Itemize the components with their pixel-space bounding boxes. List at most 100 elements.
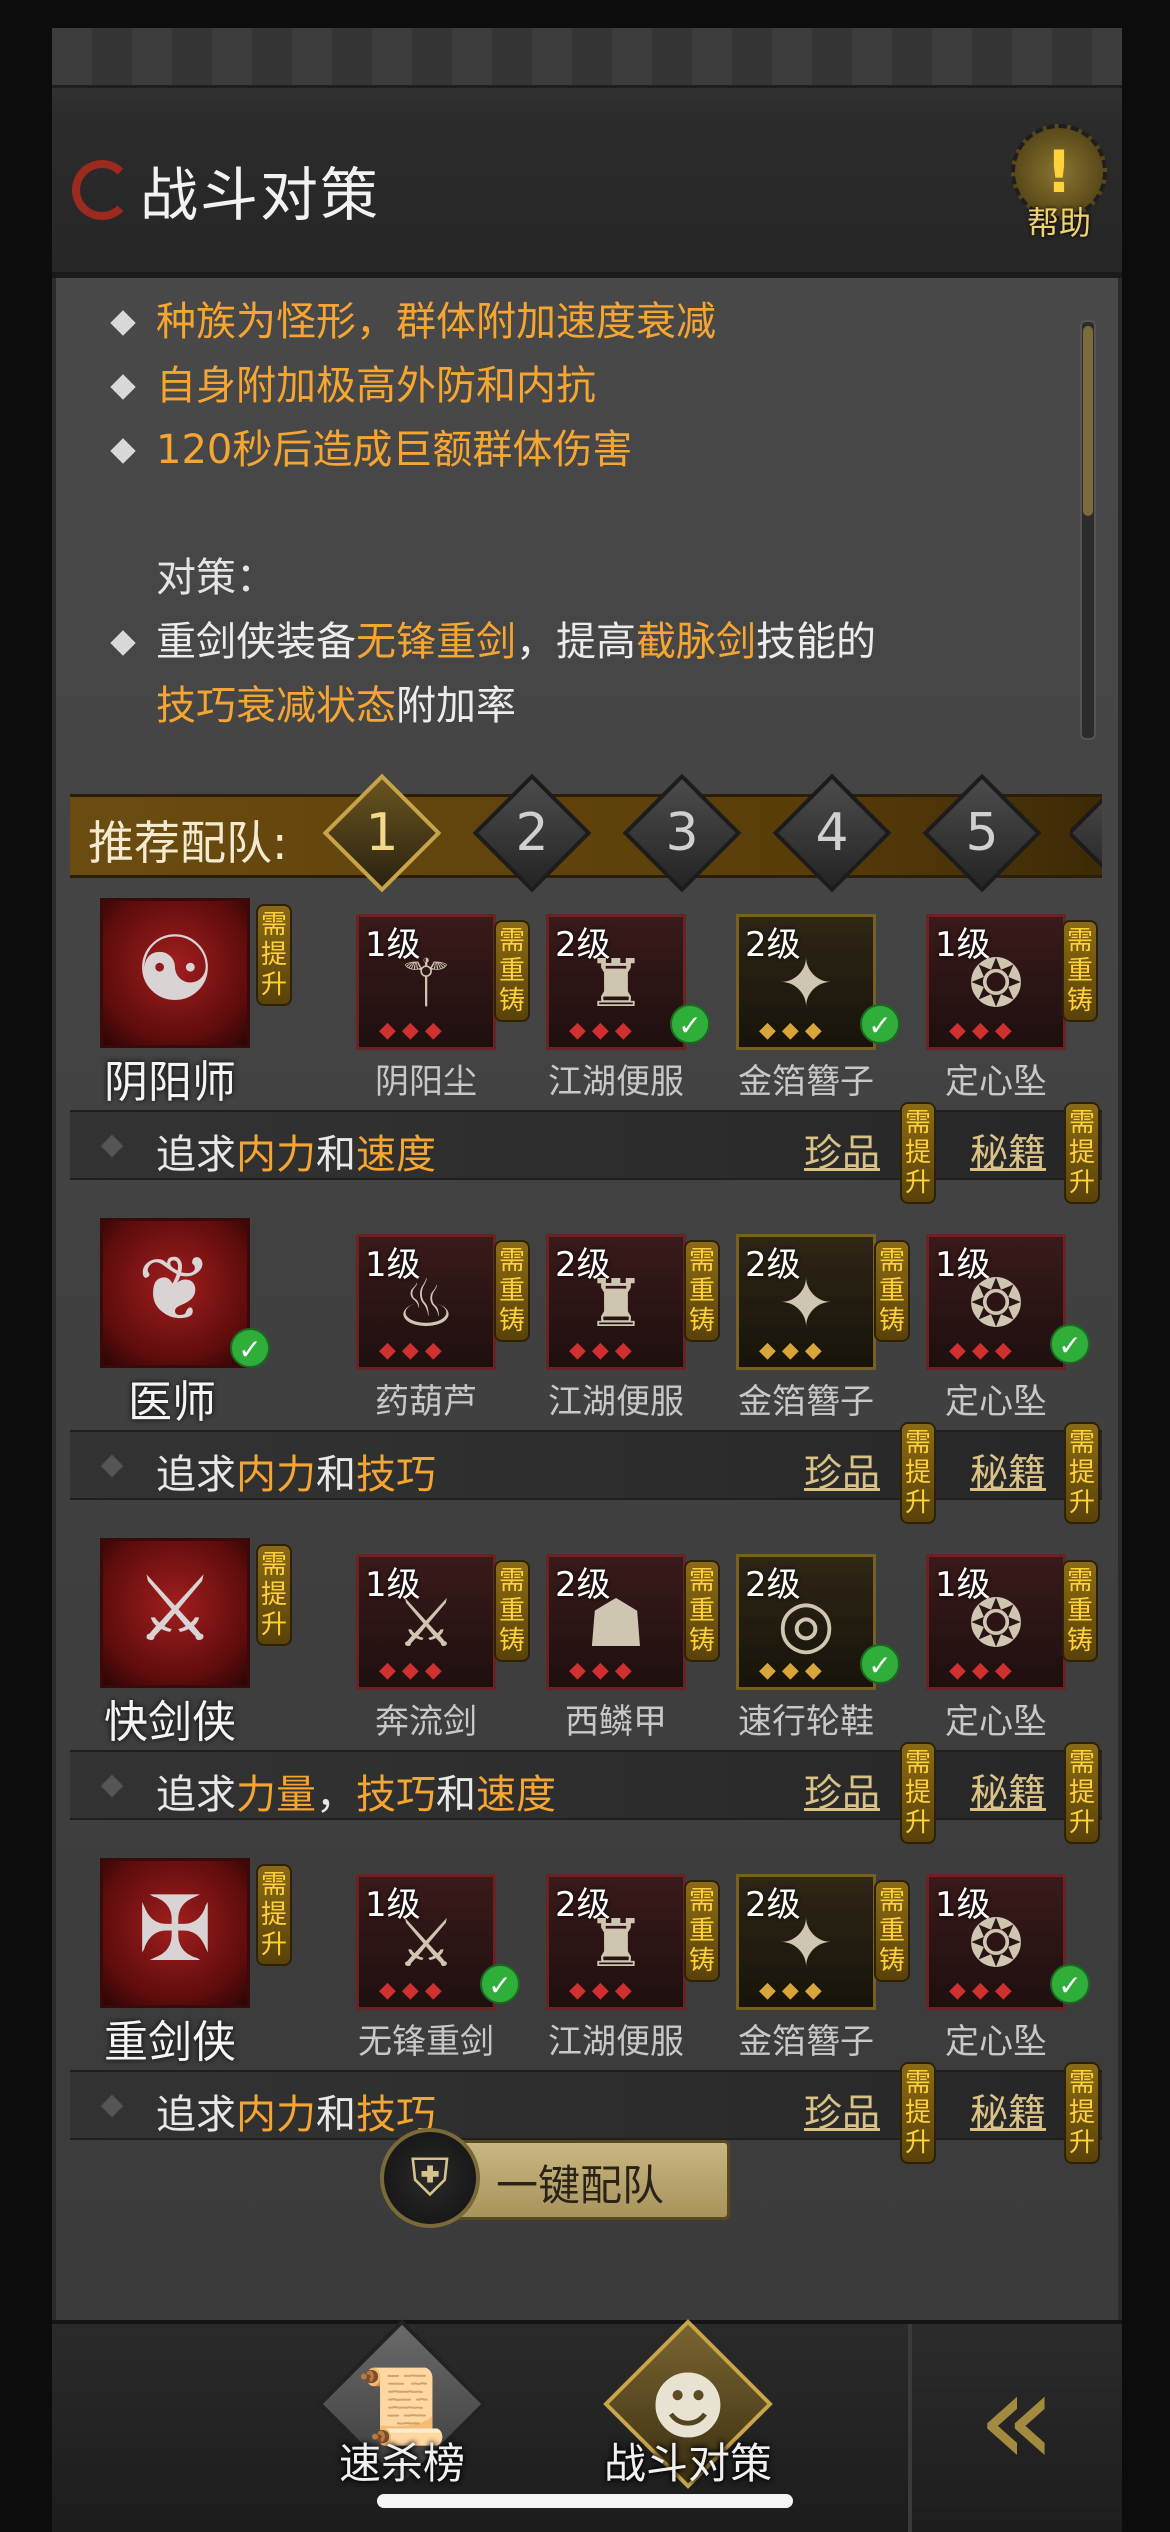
diamond-bullet-icon xyxy=(110,630,136,656)
item-slot[interactable]: 1级 ❂ ◆◆◆ xyxy=(926,914,1066,1050)
item-name: 定心坠 xyxy=(945,1382,1047,1422)
whisk-icon: ⚚ xyxy=(396,945,456,1022)
diamond-bullet-icon xyxy=(110,438,136,464)
team-tab-2[interactable]: 2 xyxy=(472,773,592,893)
one-key-team-label: 一键配队 xyxy=(496,2161,665,2210)
need-upgrade-tag: 需提升 xyxy=(1064,1422,1100,1524)
diamond-bullet-icon xyxy=(110,310,136,336)
nav-kill-rank[interactable]: 📜 速杀榜 xyxy=(292,2319,512,2514)
page-title: 战斗对策 xyxy=(140,161,381,229)
need-upgrade-tag: 需提升 xyxy=(256,1864,292,1966)
treasure-link[interactable]: 珍品 xyxy=(804,1122,880,1177)
need-reforge-tag: 需重铸 xyxy=(874,1240,910,1342)
team-tab-5[interactable]: 5 xyxy=(922,773,1042,893)
robe-icon: ♜ xyxy=(586,1905,646,1982)
team-tab-1[interactable]: 1 xyxy=(322,773,442,893)
manual-link[interactable]: 秘籍 xyxy=(970,2082,1046,2137)
strategy-text: 重剑侠装备无锋重剑，提高截脉剑技能的 技巧衰减状态附加率 xyxy=(156,619,876,729)
need-reforge-tag: 需重铸 xyxy=(874,1880,910,1982)
collapse-arrows-icon[interactable]: « xyxy=(908,2324,1122,2532)
check-icon: ✓ xyxy=(1050,1964,1090,2004)
scrollbar-thumb[interactable] xyxy=(1083,326,1093,516)
header-decor-band xyxy=(52,28,1122,88)
need-upgrade-tag: 需提升 xyxy=(1064,2062,1100,2164)
nav-battle-strategy-label: 战斗对策 xyxy=(603,2439,772,2488)
item-slot[interactable]: 2级 ♜ ◆◆◆ xyxy=(546,914,686,1050)
one-key-team-button[interactable]: ⛨ 一键配队 xyxy=(380,2128,740,2228)
recommended-team-bar: 推荐配队: 1 2 3 4 5 xyxy=(70,773,1102,893)
item-slot[interactable]: 1级 ⚔ ◆◆◆ xyxy=(356,1874,496,2010)
item-slot[interactable]: 1级 ❂ ◆◆◆ xyxy=(926,1234,1066,1370)
check-icon: ✓ xyxy=(860,1644,900,1684)
need-upgrade-tag: 需提升 xyxy=(256,904,292,1006)
item-name: 药葫芦 xyxy=(375,1382,477,1422)
item-slot[interactable]: 2级 ✦ ◆◆◆ xyxy=(736,1234,876,1370)
manual-link[interactable]: 秘籍 xyxy=(970,1122,1046,1177)
need-reforge-tag: 需重铸 xyxy=(1062,1560,1098,1662)
team-tab-more[interactable] xyxy=(1070,797,1102,893)
pendant-icon: ❂ xyxy=(968,945,1024,1022)
boss-description[interactable]: 种族为怪形，群体附加速度衰减 自身附加极高外防和内抗 120秒后造成巨额群体伤害… xyxy=(100,290,1080,738)
class-icon-swift-sword[interactable]: ⚔ xyxy=(100,1538,250,1688)
item-slot[interactable]: 2级 ✦ ◆◆◆ xyxy=(736,1874,876,2010)
item-slot[interactable]: 2级 ✦ ◆◆◆ xyxy=(736,914,876,1050)
armor-icon: ☗ xyxy=(586,1585,646,1662)
nav-battle-strategy[interactable]: ☻ 战斗对策 xyxy=(578,2319,798,2514)
item-slot[interactable]: 1级 ⚔ ◆◆◆ xyxy=(356,1554,496,1690)
need-reforge-tag: 需重铸 xyxy=(684,1880,720,1982)
need-reforge-tag: 需重铸 xyxy=(494,1560,530,1662)
strategy-label: 对策： xyxy=(156,555,276,601)
member-row: ☯ 需提升 阴阳师 1级 ⚚ ◆◆◆ 需重铸 阴阳尘 2级 ♜ ◆◆◆ ✓ 江湖便服 2… xyxy=(70,896,1102,1216)
swirl-icon xyxy=(72,160,132,220)
home-indicator[interactable] xyxy=(377,2494,793,2508)
item-slot[interactable]: 2级 ☗ ◆◆◆ xyxy=(546,1554,686,1690)
item-slot[interactable]: 2级 ◎ ◆◆◆ xyxy=(736,1554,876,1690)
sword-icon: ⚔ xyxy=(396,1585,456,1662)
diamond-bullet-icon xyxy=(100,1134,124,1158)
hairpin-icon: ✦ xyxy=(778,945,834,1022)
hairpin-icon: ✦ xyxy=(778,1905,834,1982)
item-slot[interactable]: 2级 ♜ ◆◆◆ xyxy=(546,1234,686,1370)
robe-icon: ♜ xyxy=(586,945,646,1022)
team-tab-4[interactable]: 4 xyxy=(772,773,892,893)
item-name: 江湖便服 xyxy=(548,2022,684,2062)
pursuit-text: 追求内力和技巧 xyxy=(156,1452,436,1498)
item-slot[interactable]: 2级 ♜ ◆◆◆ xyxy=(546,1874,686,2010)
item-slot[interactable]: 1级 ♨ ◆◆◆ xyxy=(356,1234,496,1370)
pursuit-bar: 追求内力和技巧 珍品 需提升 秘籍 需提升 xyxy=(70,1422,1102,1524)
class-icon-heavy-sword[interactable]: ✠ xyxy=(100,1858,250,2008)
team-tab-3[interactable]: 3 xyxy=(622,773,742,893)
class-icon-yinyang[interactable]: ☯ xyxy=(100,898,250,1048)
need-upgrade-tag: 需提升 xyxy=(256,1544,292,1646)
need-upgrade-tag: 需提升 xyxy=(900,1102,936,1204)
class-icon-physician[interactable]: ❦ xyxy=(100,1218,250,1368)
feature-item: 120秒后造成巨额群体伤害 xyxy=(100,418,1080,482)
diamond-bullet-icon xyxy=(110,374,136,400)
pendant-icon: ❂ xyxy=(968,1265,1024,1342)
pursuit-text: 追求力量，技巧和速度 xyxy=(156,1772,556,1818)
header: 战斗对策 ! 帮助 xyxy=(52,28,1122,278)
item-name: 金箔簪子 xyxy=(738,1382,874,1422)
help-button[interactable]: ! 帮助 xyxy=(1004,124,1114,264)
check-icon: ✓ xyxy=(1050,1324,1090,1364)
diamond-bullet-icon xyxy=(100,1774,124,1798)
treasure-link[interactable]: 珍品 xyxy=(804,1762,880,1817)
check-icon: ✓ xyxy=(480,1964,520,2004)
class-name: 医师 xyxy=(128,1377,216,1428)
treasure-link[interactable]: 珍品 xyxy=(804,2082,880,2137)
item-slot[interactable]: 1级 ⚚ ◆◆◆ xyxy=(356,914,496,1050)
feature-text: 自身附加极高外防和内抗 xyxy=(156,363,596,409)
treasure-link[interactable]: 珍品 xyxy=(804,1442,880,1497)
item-slot[interactable]: 1级 ❂ ◆◆◆ xyxy=(926,1874,1066,2010)
need-reforge-tag: 需重铸 xyxy=(684,1240,720,1342)
pursuit-bar: 追求力量，技巧和速度 珍品 需提升 秘籍 需提升 xyxy=(70,1742,1102,1844)
manual-link[interactable]: 秘籍 xyxy=(970,1762,1046,1817)
item-name: 奔流剑 xyxy=(375,1702,477,1742)
gourd-icon: ♨ xyxy=(396,1265,456,1342)
item-slot[interactable]: 1级 ❂ ◆◆◆ xyxy=(926,1554,1066,1690)
need-reforge-tag: 需重铸 xyxy=(494,1240,530,1342)
item-name: 定心坠 xyxy=(945,1702,1047,1742)
feature-item: 种族为怪形，群体附加速度衰减 xyxy=(100,290,1080,354)
manual-link[interactable]: 秘籍 xyxy=(970,1442,1046,1497)
check-icon: ✓ xyxy=(860,1004,900,1044)
